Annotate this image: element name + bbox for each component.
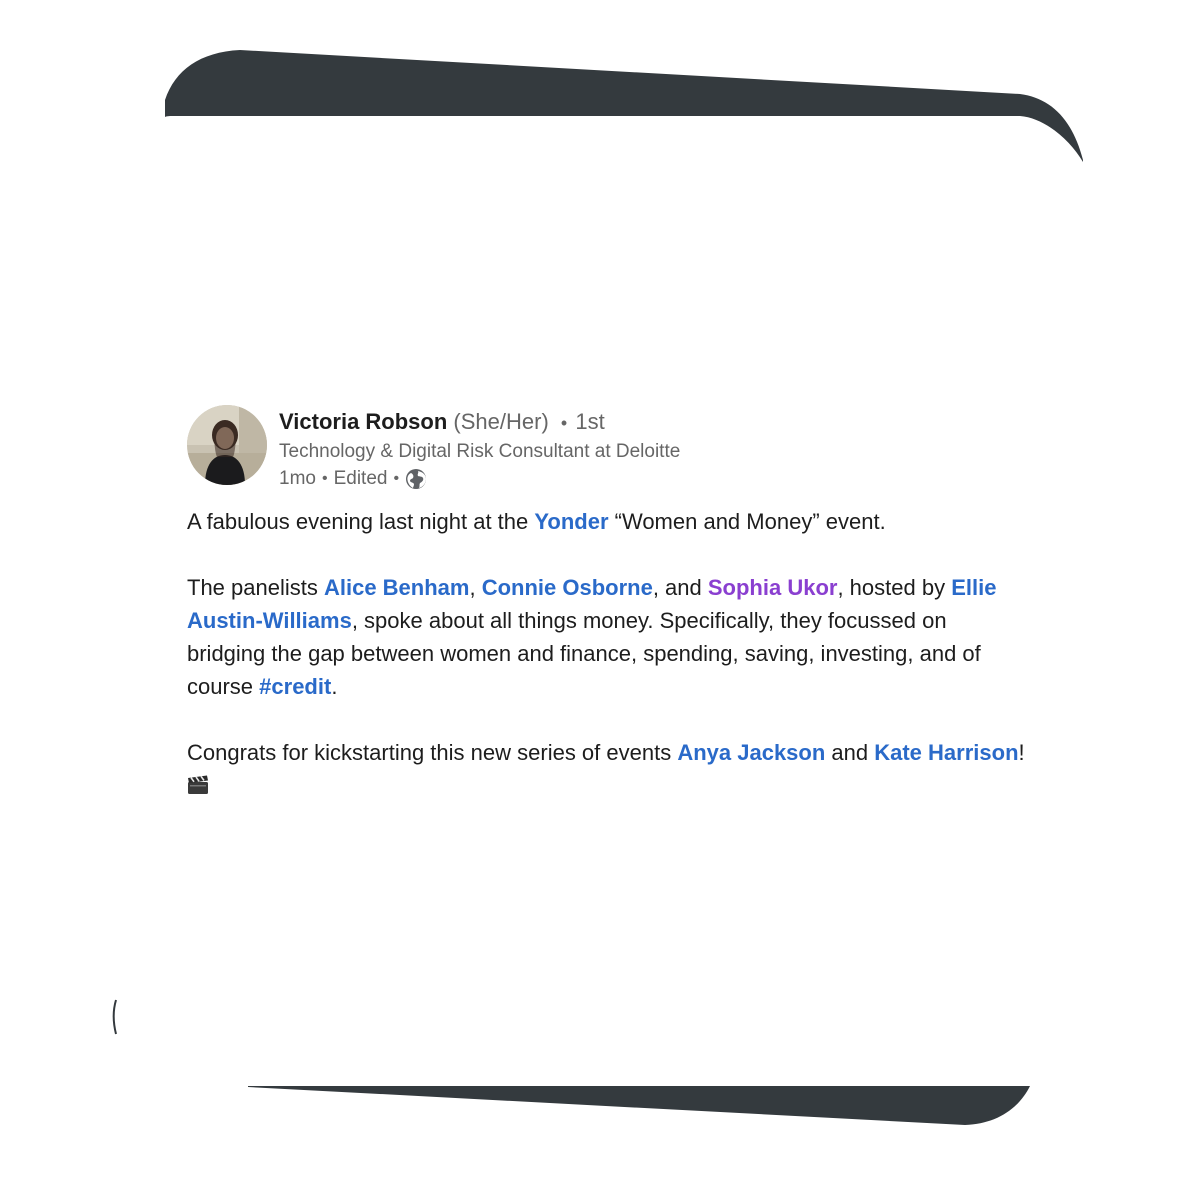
separator-dot: • [560,413,568,433]
author-line: Victoria Robson (She/Her) • 1st [279,407,680,438]
post-text: , [469,575,482,600]
hashtag-link[interactable]: #credit [259,674,331,699]
mention-link[interactable]: Connie Osborne [482,575,653,600]
avatar[interactable] [187,405,267,485]
mention-link[interactable]: Sophia Ukor [708,575,838,600]
author-headline: Technology & Digital Risk Consultant at … [279,441,681,462]
post-text: Congrats for kickstarting this new serie… [187,740,678,765]
connection-degree: 1st [575,409,605,434]
post-paragraph-2: The panelists Alice Benham, Connie Osbor… [187,571,1027,703]
post-meta: Victoria Robson (She/Her) • 1st Technolo… [279,405,680,492]
post-text: , and [652,575,708,600]
mention-link[interactable]: Alice Benham [324,575,470,600]
clapper-board-icon [187,771,209,794]
top-swoosh [165,50,1083,162]
post-text: “Women and Money” event. [608,509,886,534]
post-body: A fabulous evening last night at the Yon… [187,505,1027,802]
edited-label: Edited [333,468,388,489]
bottom-swoosh [248,1086,1030,1125]
author-pronouns: (She/Her) [453,409,549,434]
profile-photo [187,405,267,485]
mention-link[interactable]: Yonder [534,509,608,534]
feed-post: Victoria Robson (She/Her) • 1st Technolo… [187,405,1027,802]
post-paragraph-3: Congrats for kickstarting this new serie… [187,736,1027,802]
post-text: . [331,674,338,699]
post-text: The panelists [187,575,324,600]
post-text: and [825,740,875,765]
post-header: Victoria Robson (She/Her) • 1st Technolo… [187,405,1027,492]
post-timestamp-line: 1mo • Edited • [279,465,680,492]
globe-icon [405,468,427,490]
post-text: A fabulous evening last night at the [187,509,535,534]
post-text: ! [1018,740,1025,765]
screenshot-canvas: Victoria Robson (She/Her) • 1st Technolo… [0,0,1200,1200]
post-paragraph-1: A fabulous evening last night at the Yon… [187,505,1027,538]
mention-link[interactable]: Anya Jackson [677,740,825,765]
author-name[interactable]: Victoria Robson [279,409,447,434]
left-edge-mark [112,999,117,1035]
post-text: , hosted by [837,575,952,600]
post-time[interactable]: 1mo [279,465,316,492]
separator-dot: • [321,470,328,487]
mention-link[interactable]: Kate Harrison [874,740,1018,765]
separator-dot: • [393,470,400,487]
